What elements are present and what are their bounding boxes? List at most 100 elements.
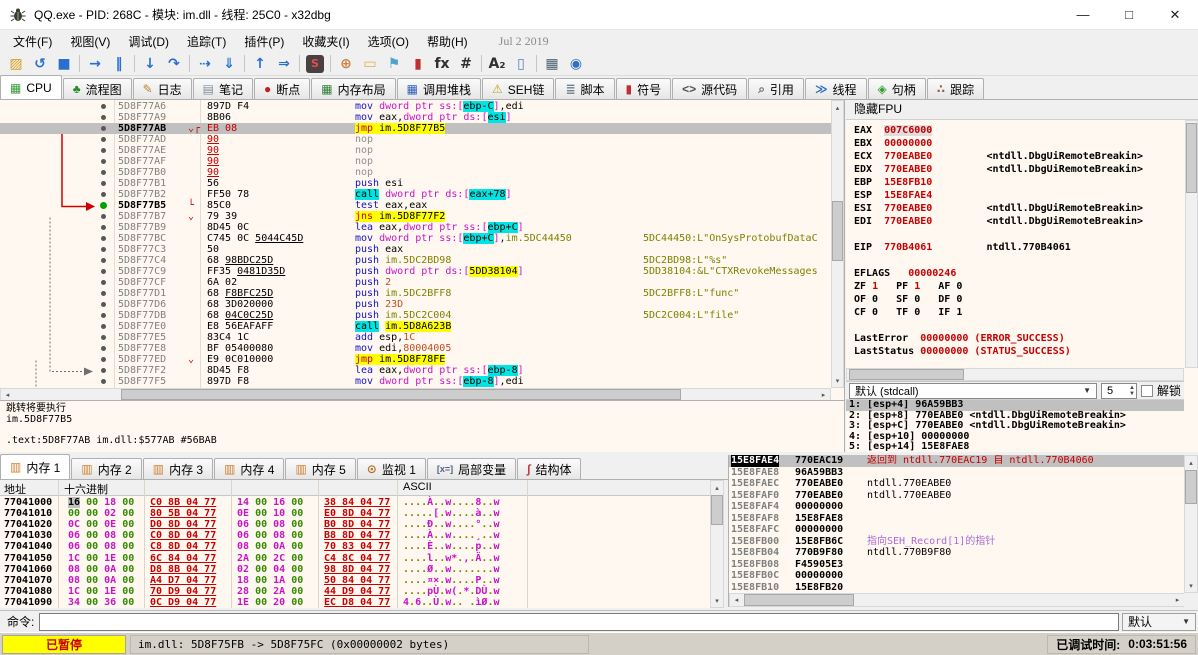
scroll-up-icon[interactable]: ▴ <box>1185 456 1197 469</box>
register-line[interactable] <box>854 319 1180 332</box>
disasm-row[interactable]: 5D8F77ED ⌄ E9 0C010000 jmp im.5D8F78FE <box>0 354 831 365</box>
tab-seh[interactable]: ⚠ SEH链 <box>482 78 555 99</box>
tab-cpu[interactable]: ▦ CPU <box>0 75 62 99</box>
hide-fpu-button[interactable]: 隐藏FPU <box>846 100 1198 120</box>
register-line[interactable]: LastStatus 00000000 (STATUS_SUCCESS) <box>854 345 1180 358</box>
argument-line[interactable]: 5: [esp+14] 15E8FAE8 <box>846 442 1184 452</box>
tab-struct[interactable]: ∫ 结构体 <box>517 458 582 479</box>
disasm-row[interactable]: 5D8F77F2 8D45 F8 lea eax,dword ptr ss:[ebp… <box>0 365 831 376</box>
stack-pane[interactable]: 15E8FAE4 770EAC19 返回到 ntdll.770EAC19 自 ntd… <box>728 455 1184 607</box>
tab-breakpoints[interactable]: ● 断点 <box>254 78 311 99</box>
register-line[interactable]: EIP 770B4061 ntdll.770B4061 <box>854 241 1180 254</box>
dump-row[interactable]: 77041090 34 00 36 00 0C D9 04 77 1E 00 20 0… <box>0 597 710 608</box>
tab-locals[interactable]: [x=] 局部变量 <box>426 458 517 479</box>
stop-icon[interactable]: ■ <box>52 53 76 75</box>
command-input[interactable] <box>39 612 1119 631</box>
disasm-row[interactable]: 5D8F77C3 50 push eax <box>0 244 831 255</box>
maximize-button[interactable]: □ <box>1106 0 1152 30</box>
dump-row[interactable]: 77041000 16 00 18 00 C0 8B 04 77 14 00 16 0… <box>0 497 710 508</box>
scroll-thumb[interactable] <box>1186 123 1197 193</box>
stack-row[interactable]: 15E8FB10 15E8FB20 <box>729 582 1184 594</box>
stack-row[interactable]: 15E8FB00 15E8FB6C 指向SEH_Record[1]的指针 <box>729 536 1184 548</box>
tab-dump-3[interactable]: ▥ 内存 3 <box>142 458 214 479</box>
tab-watch-1[interactable]: ⊙ 监视 1 <box>356 458 426 479</box>
disasm-row[interactable]: 5D8F77E0 E8 56EAFAFF call im.5D8A623B <box>0 321 831 332</box>
register-line[interactable]: EFLAGS 00000246 <box>854 267 1180 280</box>
disasm-row[interactable]: 5D8F77C4 68 98BDC25D push im.5DC2BD98 5DC2B… <box>0 255 831 266</box>
register-line[interactable]: EAX 007C6000 <box>854 124 1180 137</box>
stack-vscrollbar[interactable]: ▴ ▾ <box>1184 455 1198 593</box>
dump-row[interactable]: 77041040 06 00 08 00 C8 8D 04 77 08 00 0A 0… <box>0 541 710 552</box>
menu-item[interactable]: 收藏夹(I) <box>293 33 358 51</box>
disassembly-pane[interactable]: 5D8F77A6 897D F4 mov dword ptr ss:[ebp-C],… <box>0 100 845 452</box>
disasm-row[interactable]: 5D8F77D6 68 3D020000 push 23D <box>0 299 831 310</box>
register-line[interactable]: EBP 15E8FB10 <box>854 176 1180 189</box>
tab-log[interactable]: ✎ 日志 <box>132 78 192 99</box>
stack-row[interactable]: 15E8FAE4 770EAC19 返回到 ntdll.770EAC19 自 ntd… <box>729 455 1184 467</box>
stack-row[interactable]: 15E8FB04 770B9F80 ntdll.770B9F80 <box>729 547 1184 559</box>
step-over-icon[interactable]: ↷ <box>162 53 186 75</box>
disasm-row[interactable]: 5D8F77AF 90 nop <box>0 156 831 167</box>
step-into-icon[interactable]: ↓ <box>138 53 162 75</box>
disasm-row[interactable]: 5D8F77B7 ⌄ 79 39 jns im.5D8F77F2 <box>0 211 831 222</box>
disasm-row[interactable]: 5D8F77E5 83C4 1C add esp,1C <box>0 332 831 343</box>
register-line[interactable] <box>854 254 1180 267</box>
scroll-left-icon[interactable]: ◂ <box>1 389 14 400</box>
tab-references[interactable]: ⌕ 引用 <box>748 78 804 99</box>
disasm-row[interactable]: 5D8F77B0 90 nop <box>0 167 831 178</box>
registers-vscrollbar[interactable] <box>1185 120 1198 368</box>
command-scope-select[interactable]: 默认 ▼ <box>1122 612 1196 631</box>
register-line[interactable]: ESI 770EABE0 <ntdll.DbgUiRemoteBreakin> <box>854 202 1180 215</box>
unlock-checkbox[interactable] <box>1140 384 1153 397</box>
stack-row[interactable]: 15E8FAFC 00000000 <box>729 524 1184 536</box>
registers-pane[interactable]: 隐藏FPU EAX 007C6000 EBX 00000000 ECX 770EAB… <box>846 100 1198 452</box>
menu-item[interactable]: 调试(D) <box>119 33 178 51</box>
patches-icon[interactable]: ⊕ <box>334 53 358 75</box>
registers-hscrollbar[interactable] <box>846 368 1184 381</box>
tab-dump-2[interactable]: ▥ 内存 2 <box>71 458 142 479</box>
menu-item[interactable]: 视图(V) <box>61 33 119 51</box>
tab-symbols[interactable]: ▮ 符号 <box>615 78 672 99</box>
stack-row[interactable]: 15E8FAF4 00000000 <box>729 501 1184 513</box>
disasm-row[interactable]: 5D8F77A9 8B06 mov eax,dword ptr ds:[esi] <box>0 112 831 123</box>
disasm-row[interactable]: 5D8F77AD 90 nop <box>0 134 831 145</box>
scroll-up-icon[interactable]: ▴ <box>832 101 843 114</box>
scroll-right-icon[interactable]: ▸ <box>1171 594 1184 606</box>
dump-row[interactable]: 77041030 06 00 08 00 C0 8D 04 77 06 00 08 0… <box>0 530 710 541</box>
scroll-up-icon[interactable]: ▴ <box>711 481 723 494</box>
stack-row[interactable]: 15E8FB08 F45905E3 <box>729 559 1184 571</box>
disasm-row[interactable]: 5D8F77B5 └ 85C0 test eax,eax <box>0 200 831 211</box>
stack-row[interactable]: 15E8FAF0 770EABE0 ntdll.770EABE0 <box>729 490 1184 502</box>
sequence-icon[interactable]: # <box>454 53 478 75</box>
scroll-thumb[interactable] <box>1185 470 1197 504</box>
tab-memory-map[interactable]: ▦ 内存布局 <box>311 78 396 99</box>
step-out-icon[interactable]: ↑ <box>248 53 272 75</box>
disasm-row[interactable]: 5D8F77AE 90 nop <box>0 145 831 156</box>
register-line[interactable]: ECX 770EABE0 <ntdll.DbgUiRemoteBreakin> <box>854 150 1180 163</box>
text-icon[interactable]: A₂ <box>485 53 509 75</box>
internet-icon[interactable]: ◉ <box>564 53 588 75</box>
bookmarks-icon[interactable]: ▮ <box>406 53 430 75</box>
register-line[interactable]: ESP 15E8FAE4 <box>854 189 1180 202</box>
scroll-down-icon[interactable]: ▾ <box>832 374 843 387</box>
stack-row[interactable]: 15E8FB0C 00000000 <box>729 570 1184 582</box>
memory-dump-pane[interactable]: 地址 十六进制 ASCII 77041000 16 00 18 00 C0 8B 0… <box>0 480 710 608</box>
menu-item[interactable]: 选项(O) <box>359 33 418 51</box>
register-line[interactable]: OF 0 SF 0 DF 0 <box>854 293 1180 306</box>
disasm-row[interactable]: 5D8F77F5 897D F8 mov dword ptr ss:[ebp-8],… <box>0 376 831 387</box>
run-to-user-code-icon[interactable]: ⇢ <box>193 53 217 75</box>
dump-row[interactable]: 77041080 1C 00 1E 00 70 D9 04 77 28 00 2A 0… <box>0 586 710 597</box>
disasm-row[interactable]: 5D8F77B9 8D45 0C lea eax,dword ptr ss:[ebp… <box>0 222 831 233</box>
modules-icon[interactable]: ▯ <box>509 53 533 75</box>
calculator-icon[interactable]: ▦ <box>540 53 564 75</box>
register-line[interactable] <box>854 228 1180 241</box>
run-icon[interactable]: → <box>83 53 107 75</box>
tab-handles[interactable]: ◈ 句柄 <box>867 78 926 99</box>
menu-item[interactable]: 文件(F) <box>4 33 61 51</box>
register-line[interactable]: EBX 00000000 <box>854 137 1180 150</box>
pause-icon[interactable]: ‖ <box>107 53 131 75</box>
disasm-row[interactable]: 5D8F77AB ⌄┌ EB 08 jmp im.5D8F77B5 <box>0 123 831 134</box>
tab-call-stack[interactable]: ▦ 调用堆栈 <box>396 78 481 99</box>
tab-graph[interactable]: ♣ 流程图 <box>62 78 132 99</box>
tab-source[interactable]: <> 源代码 <box>672 78 748 99</box>
